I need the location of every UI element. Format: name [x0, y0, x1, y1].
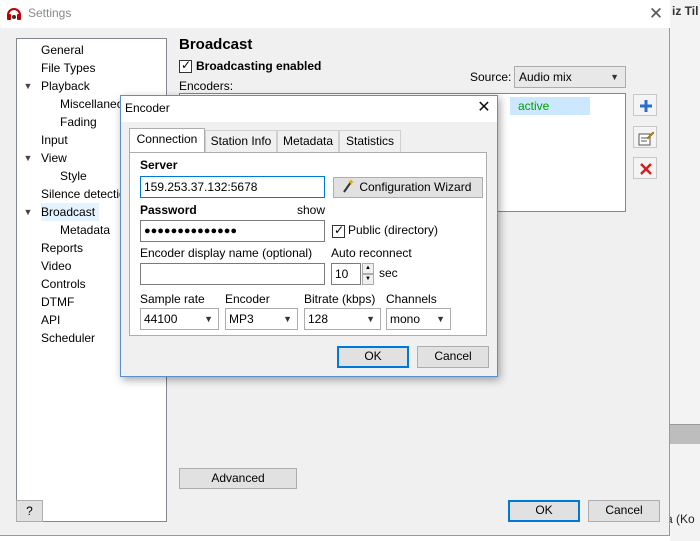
tree-item-general[interactable]: General	[41, 41, 88, 59]
tree-item-broadcast[interactable]: Broadcast	[41, 203, 100, 221]
spin-up-icon[interactable]: ▲	[362, 263, 374, 274]
tree-item-style[interactable]: Style	[60, 167, 91, 185]
server-label: Server	[140, 158, 178, 172]
tree-item-api[interactable]: API	[41, 311, 64, 329]
source-label: Source:	[470, 70, 512, 84]
sample-rate-select[interactable]: 44100 ▼	[140, 308, 219, 330]
spin-down-icon[interactable]: ▼	[362, 274, 374, 285]
tab-station-info[interactable]: Station Info	[205, 130, 277, 152]
display-name-input[interactable]	[140, 263, 325, 285]
connection-panel: Server 159.253.37.132:5678 Configuration…	[129, 152, 487, 336]
chevron-down-icon: ▼	[366, 314, 375, 324]
sample-rate-value: 44100	[144, 312, 178, 326]
encoder-ok-button[interactable]: OK	[337, 346, 409, 368]
check-icon: ✓	[181, 58, 192, 72]
source-value: Audio mix	[519, 70, 572, 84]
settings-cancel-button[interactable]: Cancel	[588, 500, 660, 522]
auto-reconnect-unit: sec	[379, 266, 398, 280]
server-input[interactable]: 159.253.37.132:5678	[140, 176, 325, 198]
settings-titlebar: Settings ✕	[0, 0, 670, 28]
password-label: Password	[140, 203, 197, 217]
bitrate-select[interactable]: 128 ▼	[304, 308, 381, 330]
bitrate-label: Bitrate (kbps)	[304, 292, 376, 306]
tree-item-input[interactable]: Input	[41, 131, 72, 149]
tree-item-reports[interactable]: Reports	[41, 239, 87, 257]
background-title-fragment: iz Til	[672, 4, 699, 18]
check-icon: ✓	[334, 223, 345, 237]
auto-reconnect-spinner[interactable]: ▲ ▼	[362, 263, 374, 285]
tree-item-video[interactable]: Video	[41, 257, 75, 275]
tab-connection[interactable]: Connection	[129, 128, 205, 152]
settings-title: Settings	[28, 6, 72, 20]
encoder-cancel-button[interactable]: Cancel	[417, 346, 489, 368]
tree-item-fading[interactable]: Fading	[60, 113, 101, 131]
password-input[interactable]: ●●●●●●●●●●●●●●	[140, 220, 325, 242]
tree-item-file-types[interactable]: File Types	[41, 59, 99, 77]
delete-icon	[640, 163, 652, 175]
tab-statistics[interactable]: Statistics	[339, 130, 401, 152]
advanced-button[interactable]: Advanced	[179, 468, 297, 489]
tree-item-controls[interactable]: Controls	[41, 275, 90, 293]
background-band	[670, 424, 700, 444]
tree-item-view[interactable]: View	[41, 149, 71, 167]
configuration-wizard-label: Configuration Wizard	[359, 180, 472, 194]
settings-ok-button[interactable]: OK	[508, 500, 580, 522]
headphones-icon	[6, 6, 22, 22]
tree-item-playback[interactable]: Playback	[41, 77, 94, 95]
source-select[interactable]: Audio mix ▼	[514, 66, 626, 88]
tree-item-metadata[interactable]: Metadata	[60, 221, 114, 239]
show-password-link[interactable]: show	[297, 203, 325, 217]
settings-close-button[interactable]: ✕	[644, 2, 668, 26]
auto-reconnect-input[interactable]: 10	[331, 263, 361, 285]
channels-value: mono	[390, 312, 421, 326]
encoder-select[interactable]: MP3 ▼	[225, 308, 298, 330]
encoder-dialog: Encoder ✕ Connection Station Info Metada…	[120, 95, 498, 377]
edit-encoder-button[interactable]	[633, 126, 657, 148]
tree-item-scheduler[interactable]: Scheduler	[41, 329, 99, 347]
encoder-dialog-titlebar: Encoder ✕	[121, 96, 497, 122]
chevron-down-icon: ▼	[204, 314, 213, 324]
encoders-label: Encoders:	[179, 79, 234, 93]
configuration-wizard-button[interactable]: Configuration Wizard	[333, 177, 483, 198]
channels-label: Channels	[386, 292, 437, 306]
remove-encoder-button[interactable]	[633, 157, 657, 179]
wand-icon	[342, 179, 356, 199]
chevron-down-icon: ▼	[436, 314, 445, 324]
encoder-row-status[interactable]: active	[510, 97, 590, 115]
sample-rate-label: Sample rate	[140, 292, 205, 306]
encoder-dialog-close-button[interactable]: ✕	[473, 97, 495, 119]
encoder-label: Encoder	[225, 292, 270, 306]
chevron-down-icon[interactable]: ▼	[23, 77, 33, 95]
edit-icon	[638, 131, 654, 146]
background-text-fragment: a (Ko	[666, 512, 695, 526]
public-directory-checkbox[interactable]: ✓	[332, 223, 345, 238]
plus-icon	[640, 100, 652, 112]
tree-item-dtmf[interactable]: DTMF	[41, 293, 78, 311]
help-button[interactable]: ?	[16, 500, 43, 522]
tab-metadata[interactable]: Metadata	[277, 130, 339, 152]
background-app	[670, 0, 700, 541]
add-encoder-button[interactable]	[633, 94, 657, 116]
chevron-down-icon: ▼	[610, 72, 619, 82]
section-title: Broadcast	[179, 36, 253, 53]
broadcasting-enabled-checkbox[interactable]: ✓	[179, 58, 192, 73]
broadcasting-enabled-label: Broadcasting enabled	[196, 59, 322, 73]
display-name-label: Encoder display name (optional)	[140, 246, 313, 260]
chevron-down-icon: ▼	[283, 314, 292, 324]
channels-select[interactable]: mono ▼	[386, 308, 451, 330]
auto-reconnect-label: Auto reconnect	[331, 246, 412, 260]
encoder-dialog-title: Encoder	[125, 101, 170, 115]
encoder-value: MP3	[229, 312, 254, 326]
bitrate-value: 128	[308, 312, 329, 326]
chevron-down-icon[interactable]: ▼	[23, 149, 33, 167]
public-directory-label: Public (directory)	[348, 223, 439, 237]
chevron-down-icon[interactable]: ▼	[23, 203, 33, 221]
